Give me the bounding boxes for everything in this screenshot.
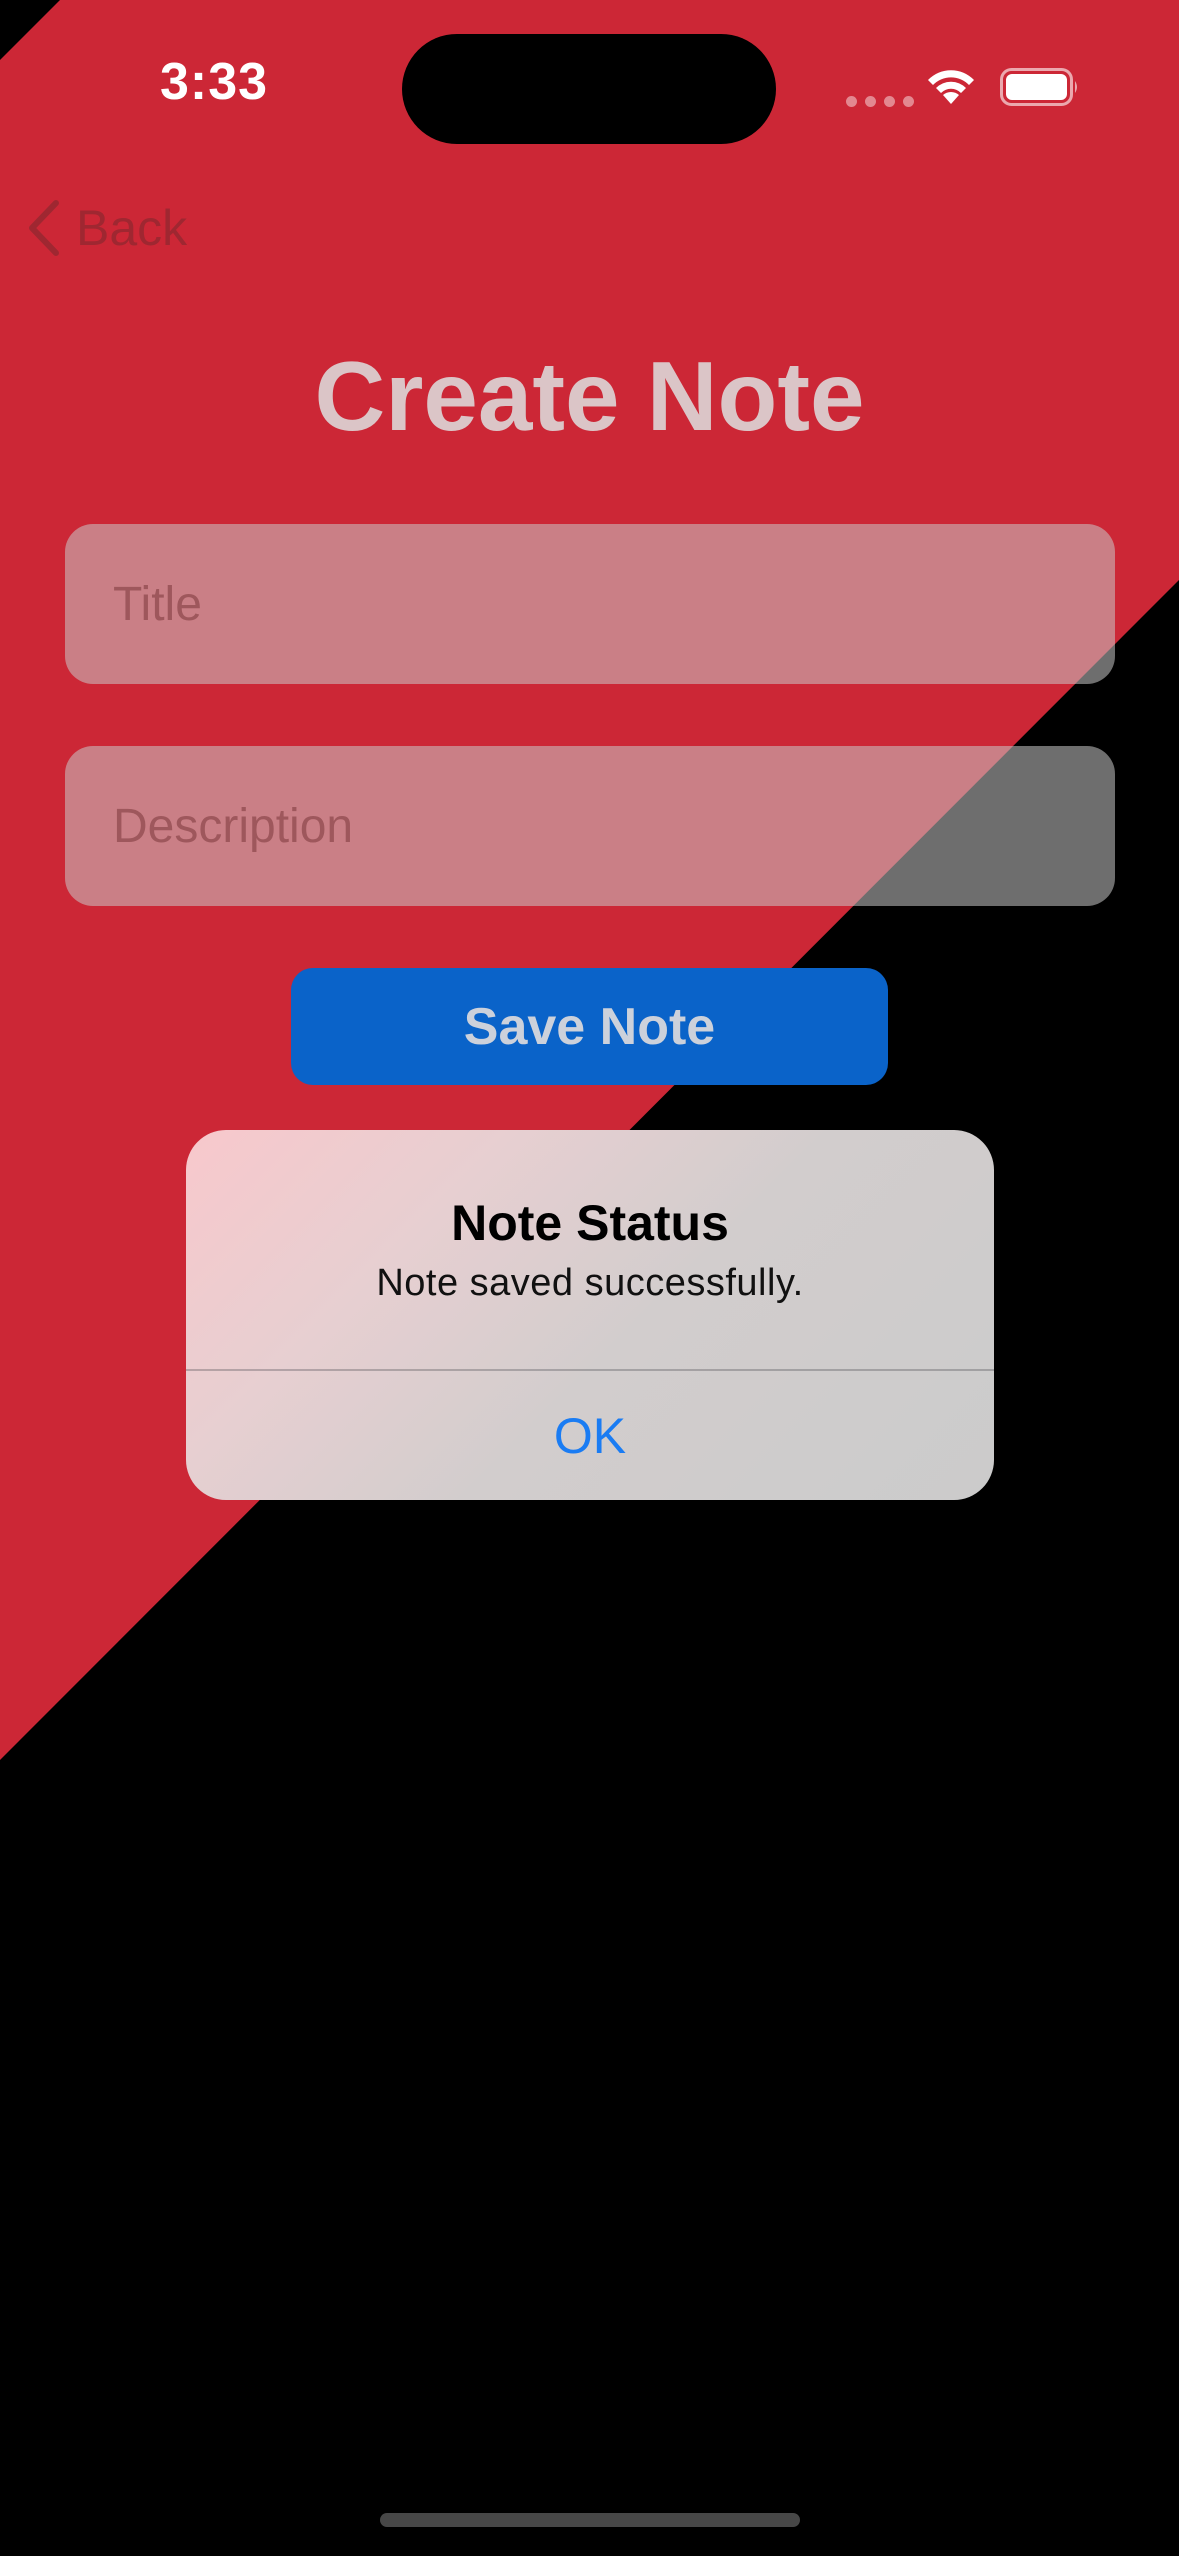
page-title: Create Note (314, 341, 865, 451)
description-placeholder: Description (113, 799, 354, 853)
home-indicator[interactable] (380, 2513, 800, 2527)
alert-ok-button[interactable]: OK (186, 1371, 994, 1500)
dynamic-island (402, 34, 776, 144)
title-input[interactable]: Title (65, 524, 1115, 684)
back-label: Back (76, 200, 188, 256)
note-status-alert: Note Status Note saved successfully. OK (186, 1130, 994, 1500)
status-bar: 3:33 (0, 0, 1179, 180)
battery-icon (1000, 68, 1077, 106)
save-note-label: Save Note (463, 997, 716, 1056)
status-time: 3:33 (160, 53, 269, 111)
back-button[interactable]: Back (26, 190, 187, 266)
save-note-button[interactable]: Save Note (291, 968, 888, 1085)
alert-message: Note saved successfully. (376, 1262, 804, 1304)
chevron-left-icon (29, 200, 59, 256)
alert-title: Note Status (451, 1195, 729, 1251)
description-input[interactable]: Description (65, 746, 1115, 906)
alert-ok-label: OK (553, 1407, 627, 1464)
title-placeholder: Title (113, 577, 202, 631)
wifi-icon (928, 70, 974, 104)
screen: 3:33 Back Create Note Title Description … (0, 0, 1179, 2556)
signal-dots-icon (846, 96, 914, 107)
